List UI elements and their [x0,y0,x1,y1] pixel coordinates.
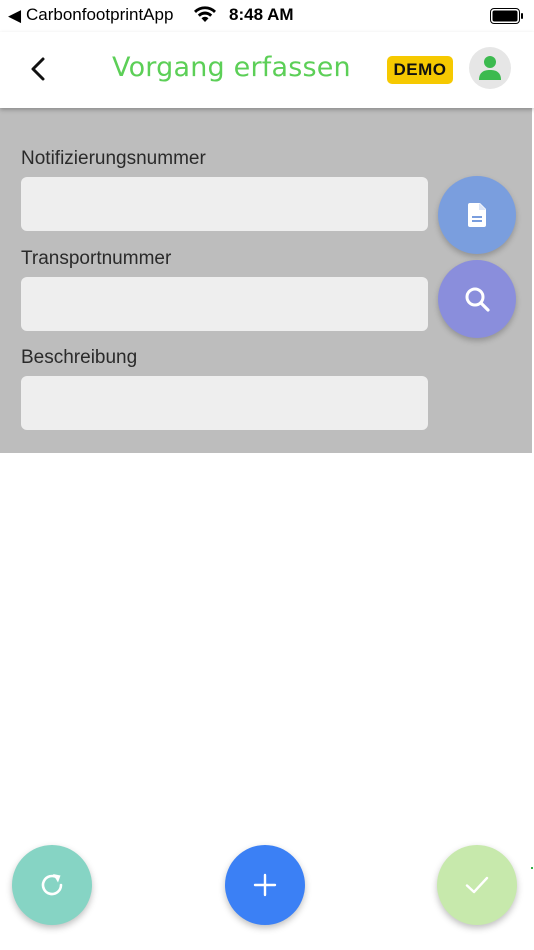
search-icon [465,287,490,312]
status-time: 8:48 AM [229,5,294,24]
battery-icon [490,8,524,29]
search-button[interactable] [438,260,516,338]
back-button[interactable] [22,52,56,86]
wifi-icon [193,5,217,28]
user-icon [479,56,501,80]
page-title: Vorgang erfassen [112,52,351,83]
description-label: Beschreibung [21,347,138,368]
description-input[interactable] [21,376,428,430]
notification-number-label: Notifizierungsnummer [21,148,206,169]
chevron-left-icon [31,57,45,81]
status-back-arrow[interactable]: ◀ [8,6,21,26]
refresh-icon [41,874,63,896]
edge-dot [531,867,533,869]
document-icon [468,203,486,227]
check-icon [465,876,489,894]
document-button[interactable] [438,176,516,254]
app-bar: Vorgang erfassen DEMO [0,32,534,108]
plus-icon [253,873,277,897]
refresh-button[interactable] [12,845,92,925]
transport-number-label: Transportnummer [21,248,172,269]
form-panel: Notifizierungsnummer Transportnummer Bes… [0,108,532,453]
status-bar: ◀ CarbonfootprintApp 8:48 AM [0,0,534,32]
status-carrier[interactable]: CarbonfootprintApp [26,5,173,25]
confirm-button[interactable] [437,845,517,925]
add-button[interactable] [225,845,305,925]
avatar-button[interactable] [469,47,511,89]
demo-badge: DEMO [387,56,453,84]
transport-number-input[interactable] [21,277,428,331]
notification-number-input[interactable] [21,177,428,231]
